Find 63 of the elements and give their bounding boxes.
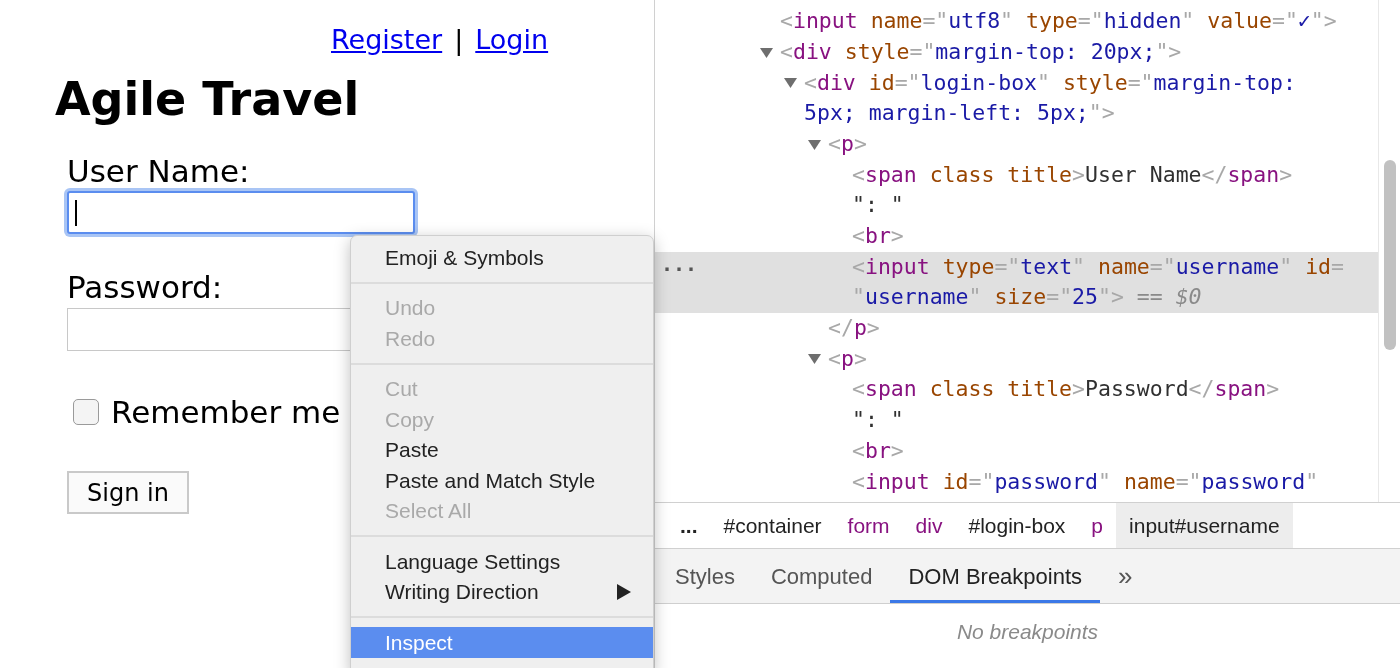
breadcrumb[interactable]: #login-box — [955, 503, 1079, 548]
text-caret — [75, 199, 77, 226]
dom-node-row[interactable]: <p> — [655, 343, 1378, 375]
checkbox-label: Remember me — [111, 393, 341, 431]
breadcrumb[interactable]: form — [834, 503, 903, 548]
expand-triangle-icon[interactable] — [808, 353, 821, 365]
code-line: <input id="password" name="password" — [852, 467, 1319, 496]
dom-node-row[interactable]: <div id="login-box" style="margin-top: 5px; margin-left: 5px;"> — [655, 67, 1378, 129]
breadcrumb[interactable]: ... — [667, 503, 711, 548]
code-line: <span class title>Password</span> — [852, 375, 1280, 404]
scrollbar-thumb[interactable] — [1383, 160, 1396, 350]
code-line: <div id="login-box" style="margin-top: — [804, 68, 1296, 97]
register-link[interactable]: Register — [331, 22, 443, 58]
code-line: <div style="margin-top: 20px;"> — [780, 37, 1182, 66]
dom-node-row[interactable]: <div style="margin-top: 20px;"> — [655, 36, 1378, 68]
code-line: ": " — [852, 406, 904, 435]
expand-triangle-icon[interactable] — [808, 138, 821, 150]
dom-node-row[interactable]: <span class title>Password</span> — [655, 374, 1378, 405]
input-field[interactable] — [67, 191, 415, 234]
checkbox[interactable] — [73, 399, 99, 425]
code-line: 5px; margin-left: 5px;"> — [804, 99, 1115, 128]
menu-item[interactable]: Emoji & Symbols — [351, 242, 653, 273]
dom-node-row[interactable]: <br> — [655, 435, 1378, 467]
dom-node-row[interactable]: <input id="password" name="password" — [655, 466, 1378, 497]
panel-tab[interactable]: Computed — [752, 549, 891, 603]
breadcrumb[interactable]: p — [1078, 503, 1117, 548]
field-label: Password: — [67, 268, 223, 306]
code-line: "username" size="25"> == $0 — [852, 283, 1202, 312]
dom-node-row[interactable]: <p> — [655, 128, 1378, 160]
link-separator: | — [454, 23, 464, 58]
code-line: <span class title>User Name</span> — [852, 160, 1293, 189]
dom-node-row[interactable]: <span class title>User Name</span> — [655, 159, 1378, 191]
menu-item[interactable]: Writing Direction — [351, 576, 653, 607]
node-actions-ellipsis[interactable]: ... — [661, 253, 698, 274]
code-line: <br> — [852, 222, 904, 251]
breadcrumb[interactable]: input#username — [1116, 503, 1293, 548]
dom-node-row[interactable]: ... <input type="text" name="username" id= "username" size="25"> == $0 — [655, 251, 1378, 313]
panel-tab[interactable]: DOM Breakpoints — [890, 549, 1101, 603]
menu-item[interactable]: Language Settings — [351, 546, 653, 577]
sign-in-button[interactable]: Sign in — [67, 471, 189, 514]
login-link[interactable]: Login — [475, 22, 549, 58]
expand-triangle-icon[interactable] — [760, 46, 773, 58]
code-line: ": " — [852, 191, 904, 220]
code-line: </p> — [828, 314, 880, 343]
breadcrumb[interactable]: div — [902, 503, 956, 548]
empty-message: No breakpoints — [956, 619, 1099, 645]
field-label: User Name: — [67, 152, 250, 190]
more-tabs-button[interactable]: » — [1100, 549, 1151, 603]
expand-triangle-icon[interactable] — [784, 77, 797, 89]
dom-node-row[interactable]: ": " — [655, 190, 1378, 221]
breadcrumb[interactable]: #container — [710, 503, 835, 548]
panel-tab[interactable]: Styles — [657, 549, 753, 603]
code-line: <p> — [828, 344, 867, 373]
code-line: <input name="utf8" type="hidden" value="✓"> — [780, 7, 1337, 36]
page-title: Agile Travel — [55, 72, 360, 126]
code-line: <p> — [828, 129, 867, 158]
dom-node-row[interactable]: <br> — [655, 220, 1378, 252]
dom-node-row[interactable]: ": " — [655, 404, 1378, 436]
code-line: <input type="text" name="username" id= — [852, 252, 1344, 281]
code-line: <br> — [852, 436, 904, 465]
menu-item[interactable]: Paste and Match Style — [351, 465, 653, 496]
dom-node-row[interactable]: <input name="utf8" type="hidden" value="✓"> — [655, 6, 1378, 37]
menu-item[interactable]: Paste — [351, 434, 653, 465]
